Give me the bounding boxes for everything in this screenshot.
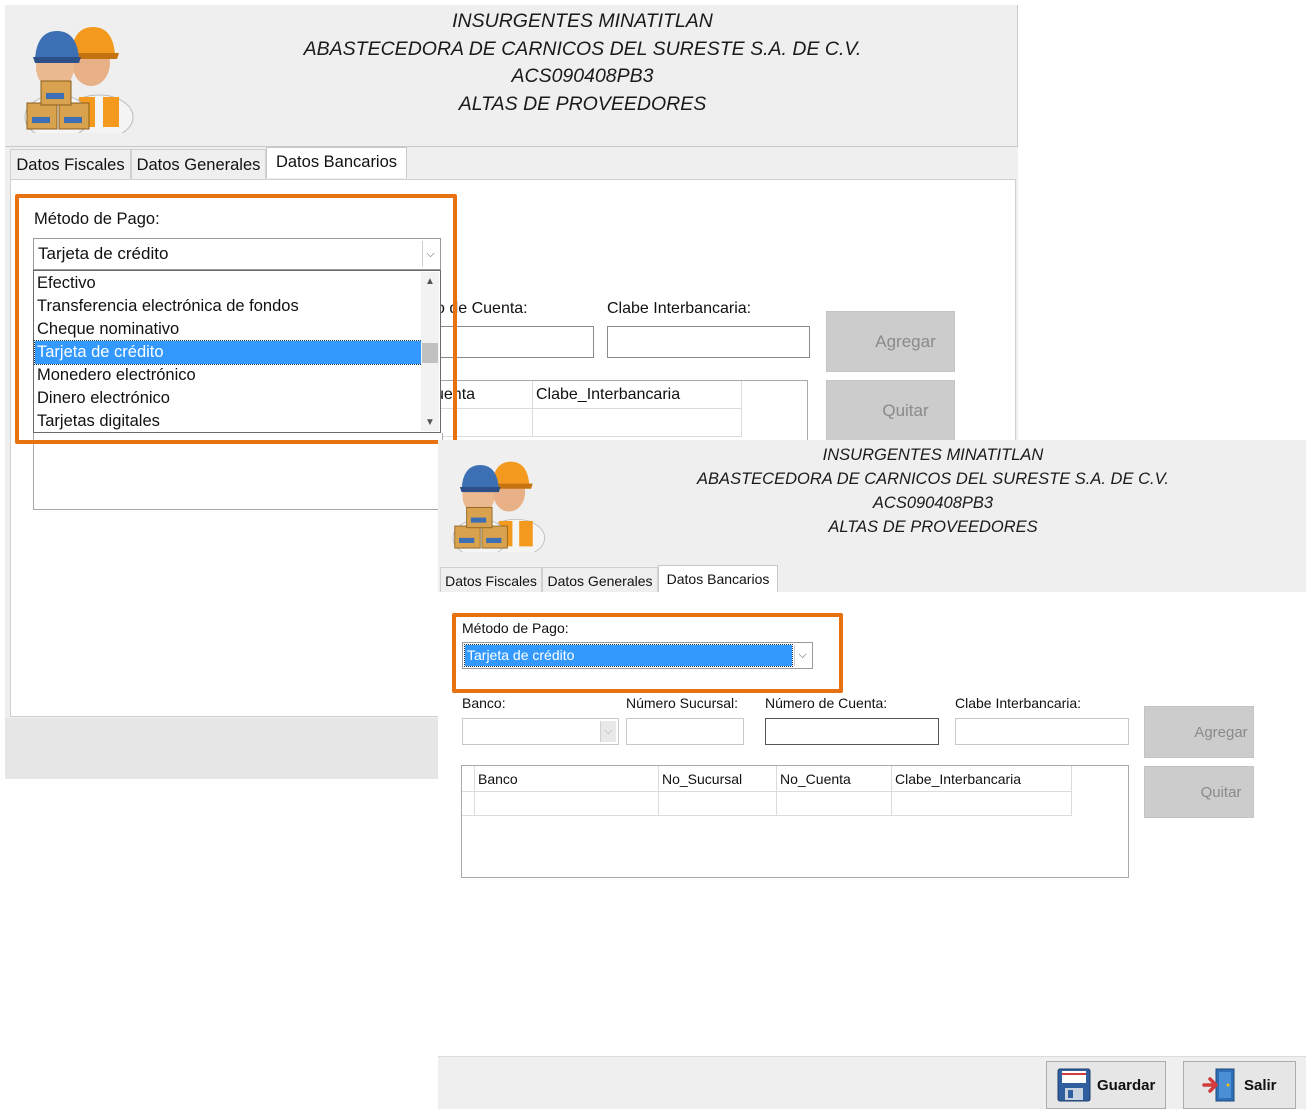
salir-label: Salir bbox=[1244, 1076, 1277, 1094]
guardar-button[interactable]: Guardar bbox=[1046, 1061, 1166, 1109]
header-text: INSURGENTES MINATITLAN ABASTECEDORA DE C… bbox=[155, 8, 1010, 118]
company-branch: INSURGENTES MINATITLAN bbox=[822, 446, 1044, 464]
quitar-button[interactable]: Quitar bbox=[1144, 766, 1254, 818]
tab-strip: Datos Fiscales Datos Generales Datos Ban… bbox=[10, 147, 410, 181]
tab-datos-generales[interactable]: Datos Generales bbox=[131, 149, 266, 181]
grid-header-clabe: Clabe_Interbancaria bbox=[533, 381, 742, 409]
agregar-button[interactable]: Agregar bbox=[826, 311, 955, 372]
numero-cuenta-label: Número de Cuenta: bbox=[765, 695, 888, 711]
quitar-button[interactable]: Quitar bbox=[826, 380, 955, 441]
header-text: INSURGENTES MINATITLAN ABASTECEDORA DE C… bbox=[578, 443, 1288, 539]
guardar-label: Guardar bbox=[1097, 1076, 1156, 1094]
tab-datos-generales[interactable]: Datos Generales bbox=[542, 567, 658, 593]
tab-strip: Datos Fiscales Datos Generales Datos Ban… bbox=[438, 565, 1306, 593]
company-rfc: ACS090408PB3 bbox=[872, 494, 994, 512]
grid-header-no-cuenta: No_Cuenta bbox=[777, 766, 892, 792]
numero-cuenta-input[interactable] bbox=[436, 326, 594, 358]
exit-door-icon bbox=[1202, 1068, 1235, 1102]
window-foreground: INSURGENTES MINATITLAN ABASTECEDORA DE C… bbox=[438, 440, 1306, 1109]
grid-header-no-sucursal: No_Sucursal bbox=[659, 766, 777, 792]
numero-sucursal-input[interactable] bbox=[626, 718, 744, 745]
banco-label: Banco: bbox=[462, 695, 506, 711]
grid-cell bbox=[533, 409, 742, 437]
workers-with-boxes-icon bbox=[452, 461, 546, 552]
clabe-label: Clabe Interbancaria: bbox=[955, 695, 1082, 711]
company-name: ABASTECEDORA DE CARNICOS DEL SURESTE S.A… bbox=[697, 470, 1169, 488]
grid-cell[interactable] bbox=[777, 792, 892, 816]
tab-datos-bancarios[interactable]: Datos Bancarios bbox=[658, 565, 778, 592]
salir-button[interactable]: Salir bbox=[1183, 1061, 1296, 1109]
clabe-input[interactable] bbox=[607, 326, 810, 358]
grid-header-banco: Banco bbox=[475, 766, 659, 792]
header-band: INSURGENTES MINATITLAN ABASTECEDORA DE C… bbox=[438, 440, 1306, 565]
grid-cell[interactable] bbox=[659, 792, 777, 816]
chevron-down-icon[interactable]: ⌵ bbox=[600, 721, 616, 742]
grid-cell[interactable] bbox=[475, 792, 659, 816]
clabe-input[interactable] bbox=[955, 718, 1129, 745]
workers-with-boxes-icon bbox=[24, 27, 134, 133]
callout-highlight bbox=[452, 613, 843, 693]
tab-datos-fiscales[interactable]: Datos Fiscales bbox=[10, 149, 131, 181]
numero-cuenta-input[interactable] bbox=[765, 718, 939, 745]
grid-cell[interactable] bbox=[892, 792, 1072, 816]
bank-accounts-grid[interactable]: Banco No_Sucursal No_Cuenta Clabe_Interb… bbox=[461, 765, 1129, 878]
company-branch: INSURGENTES MINATITLAN bbox=[452, 10, 713, 32]
clabe-label: Clabe Interbancaria: bbox=[607, 300, 752, 317]
grid-row-header-corner bbox=[462, 766, 475, 792]
grid-header-clabe: Clabe_Interbancaria bbox=[892, 766, 1072, 792]
floppy-disk-icon bbox=[1057, 1068, 1091, 1102]
company-rfc: ACS090408PB3 bbox=[511, 65, 654, 88]
banco-select[interactable]: ⌵ bbox=[462, 718, 619, 745]
agregar-button[interactable]: Agregar bbox=[1144, 706, 1254, 758]
page-title: ALTAS DE PROVEEDORES bbox=[458, 92, 707, 115]
grid-partial-left bbox=[33, 433, 443, 510]
numero-sucursal-label: Número Sucursal: bbox=[626, 695, 739, 711]
page-title: ALTAS DE PROVEEDORES bbox=[828, 518, 1038, 536]
footer-bar: Guardar Salir bbox=[438, 1056, 1306, 1109]
tab-datos-fiscales[interactable]: Datos Fiscales bbox=[440, 567, 542, 593]
header-band: INSURGENTES MINATITLAN ABASTECEDORA DE C… bbox=[5, 5, 1018, 147]
company-name: ABASTECEDORA DE CARNICOS DEL SURESTE S.A… bbox=[303, 37, 862, 60]
grid-row-header[interactable] bbox=[462, 792, 475, 816]
tab-datos-bancarios[interactable]: Datos Bancarios bbox=[266, 147, 407, 178]
callout-highlight bbox=[15, 194, 457, 444]
